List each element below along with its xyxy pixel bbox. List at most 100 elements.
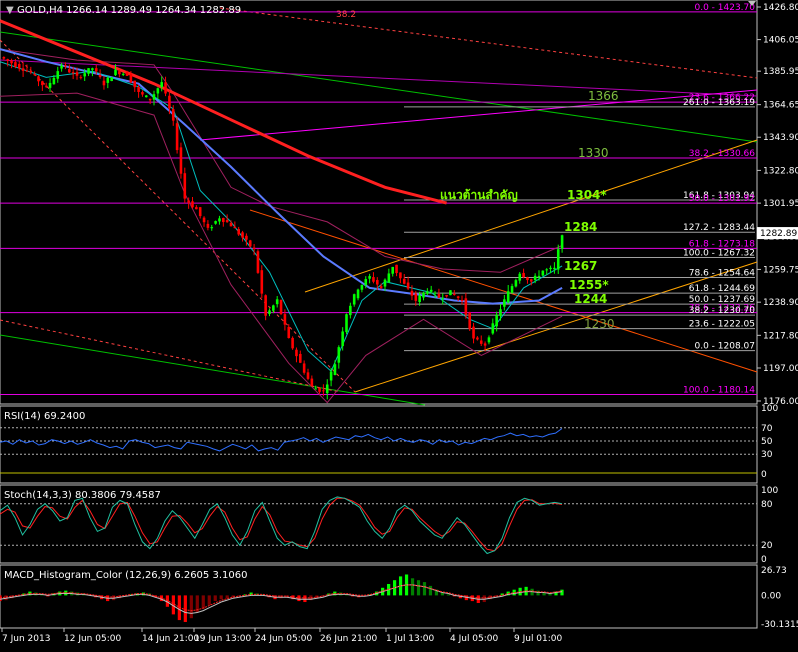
- price-axis-label: 1301.95: [763, 199, 798, 209]
- level-1255-label: 1255*: [569, 278, 609, 292]
- bear-candle: [233, 226, 237, 229]
- bear-candle: [483, 343, 487, 346]
- bear-candle: [530, 279, 533, 282]
- stoch-axis-label: 0: [761, 555, 767, 565]
- price-axis-label: 1176.00: [763, 397, 798, 407]
- bear-candle: [37, 76, 40, 82]
- macd-histogram-bar: [446, 594, 451, 596]
- time-axis-label: 9 Jul 01:00: [514, 634, 563, 644]
- bull-candle: [449, 290, 452, 296]
- macd-histogram-bar: [201, 595, 205, 609]
- bull-candle: [360, 285, 364, 290]
- bull-candle: [329, 371, 333, 381]
- bear-candle: [479, 340, 483, 344]
- bull-candle: [491, 323, 495, 334]
- bear-candle: [376, 280, 379, 285]
- bull-candle: [87, 68, 90, 74]
- macd-histogram-bar: [416, 580, 421, 596]
- macd-axis-label: 26.73: [761, 566, 787, 576]
- macd-histogram-bar: [219, 595, 223, 600]
- bull-candle: [110, 77, 113, 82]
- bear-candle: [168, 95, 171, 109]
- rsi-axis-label: 0: [761, 470, 767, 480]
- bear-candle: [118, 71, 121, 75]
- bull-candle: [553, 267, 556, 270]
- bear-candle: [79, 77, 83, 79]
- bear-candle: [29, 71, 33, 73]
- bull-candle: [56, 71, 60, 79]
- level-1284-label: 1284: [564, 220, 597, 234]
- level-1230-label: 1230: [584, 317, 615, 331]
- macd-histogram-bar: [183, 595, 187, 622]
- bear-candle: [245, 235, 248, 240]
- bull-candle: [503, 299, 506, 307]
- level-1330-label: 1330: [578, 146, 609, 160]
- bear-candle: [75, 72, 79, 76]
- price-axis-label: 1238.90: [763, 298, 798, 308]
- bull-candle: [349, 305, 352, 316]
- bear-candle: [445, 295, 448, 297]
- bear-candle: [129, 73, 133, 83]
- bear-candle: [206, 223, 210, 228]
- price-axis-label: 1426.80: [763, 3, 798, 13]
- macd-signal-line: [0, 584, 563, 614]
- macd-histogram-bar: [560, 589, 564, 596]
- bull-candle: [433, 292, 437, 294]
- price-axis-label: 1217.80: [763, 331, 798, 341]
- rsi-pane[interactable]: [0, 405, 758, 484]
- main-price-pane[interactable]: [0, 0, 758, 405]
- bear-candle: [198, 207, 202, 217]
- fib-level-label: 127.2 - 1283.44: [683, 223, 755, 233]
- bull-candle: [533, 275, 537, 281]
- bear-candle: [295, 349, 298, 357]
- bear-candle: [164, 82, 167, 94]
- bear-candle: [318, 387, 321, 392]
- time-axis-label: 1 Jul 13:00: [386, 634, 435, 644]
- bull-candle: [537, 275, 541, 278]
- price-axis-label: 1385.95: [763, 67, 798, 77]
- bull-candle: [391, 266, 394, 274]
- bear-candle: [125, 71, 129, 76]
- macd-histogram-bar: [189, 595, 193, 619]
- bull-candle: [418, 295, 421, 303]
- bull-candle: [514, 280, 518, 287]
- bear-candle: [187, 200, 190, 203]
- bull-candle: [275, 299, 279, 305]
- fib-level-label: 100.0 - 1267.32: [683, 249, 755, 259]
- bear-candle: [98, 74, 102, 78]
- bear-candle: [94, 68, 98, 72]
- bull-candle: [429, 289, 433, 292]
- fib-level-label: 38.2 - 1330.66: [689, 149, 755, 159]
- slow-moving-average: [0, 19, 447, 205]
- bull-candle: [495, 315, 498, 327]
- bear-candle: [395, 264, 398, 274]
- bear-candle: [133, 80, 137, 88]
- bear-candle: [291, 337, 294, 349]
- bear-candle: [456, 296, 460, 298]
- bull-candle: [121, 73, 125, 75]
- trading-chart-window[interactable]: 0.0 - 1423.70 23.6 - 1366.22 261.0 - 1363.…: [0, 0, 798, 648]
- fib-level-label: 0.0 - 1423.70: [695, 3, 756, 13]
- price-axis-label: 1364.65: [763, 101, 798, 111]
- price-axis-label: 1343.90: [763, 133, 798, 143]
- key-resistance-label: แนวต้านสำคัญ: [440, 188, 518, 202]
- stoch-axis-label: 80: [761, 500, 773, 510]
- bull-candle: [60, 65, 63, 69]
- time-axis-label: 7 Jun 2013: [2, 634, 50, 644]
- bear-candle: [191, 201, 194, 208]
- bull-candle: [506, 291, 510, 303]
- bull-candle: [487, 337, 491, 343]
- bear-candle: [410, 290, 414, 296]
- bear-candle: [468, 312, 471, 329]
- bear-candle: [171, 109, 175, 121]
- bull-candle: [210, 227, 214, 229]
- bear-candle: [260, 270, 264, 294]
- bull-candle: [541, 270, 545, 276]
- bear-candle: [141, 92, 144, 95]
- bear-candle: [202, 217, 206, 223]
- bear-candle: [137, 87, 140, 92]
- bear-candle: [522, 272, 525, 278]
- bull-candle: [314, 388, 317, 390]
- price-pane-arrow-icon[interactable]: ▼: [6, 5, 14, 16]
- macd-header: MACD_Histogram_Color (12,26,9) 6.2605 3.…: [4, 570, 247, 581]
